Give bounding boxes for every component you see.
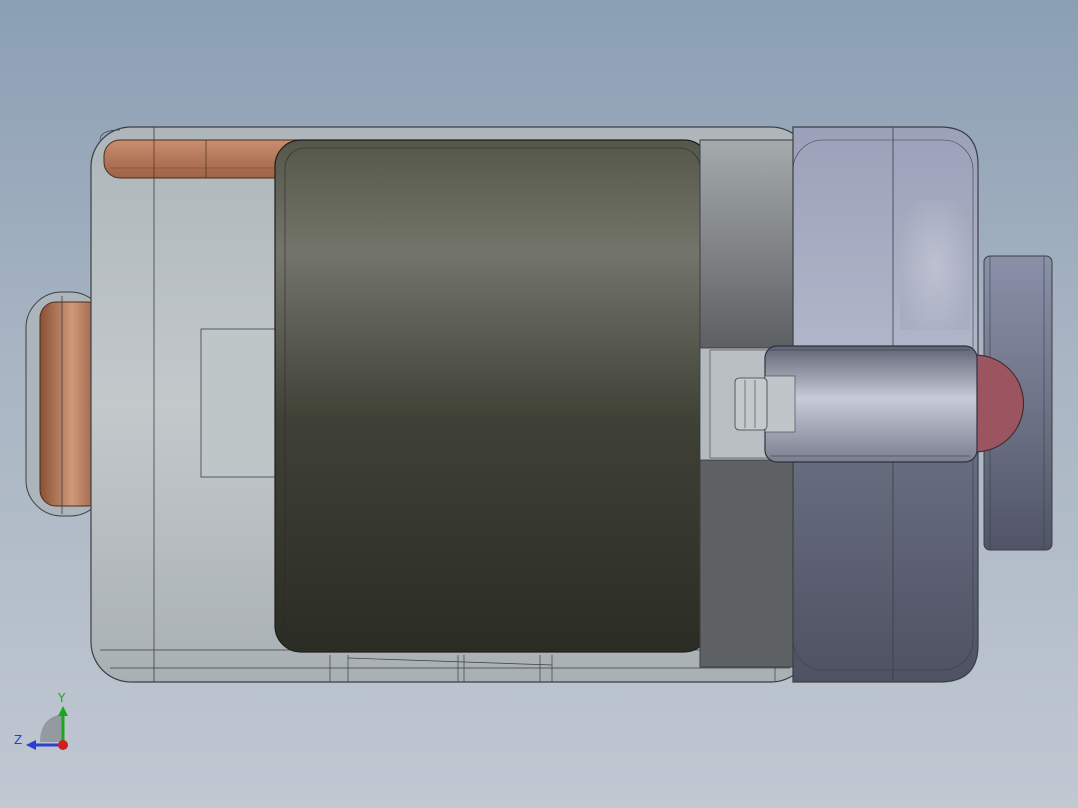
- z-axis-label: Z: [14, 733, 22, 747]
- y-axis-label: Y: [57, 691, 66, 705]
- coordinate-triad: Y Z: [14, 691, 68, 750]
- motor-body[interactable]: [274, 139, 711, 653]
- shaft[interactable]: [764, 345, 978, 463]
- graphics-viewport[interactable]: Y Z: [0, 0, 1078, 808]
- shaft-coupling[interactable]: [734, 377, 768, 431]
- triad-plane-icon: [40, 714, 62, 742]
- x-axis-icon: [58, 740, 68, 750]
- connector-window[interactable]: [200, 328, 278, 478]
- model-view[interactable]: Y Z: [0, 0, 1078, 808]
